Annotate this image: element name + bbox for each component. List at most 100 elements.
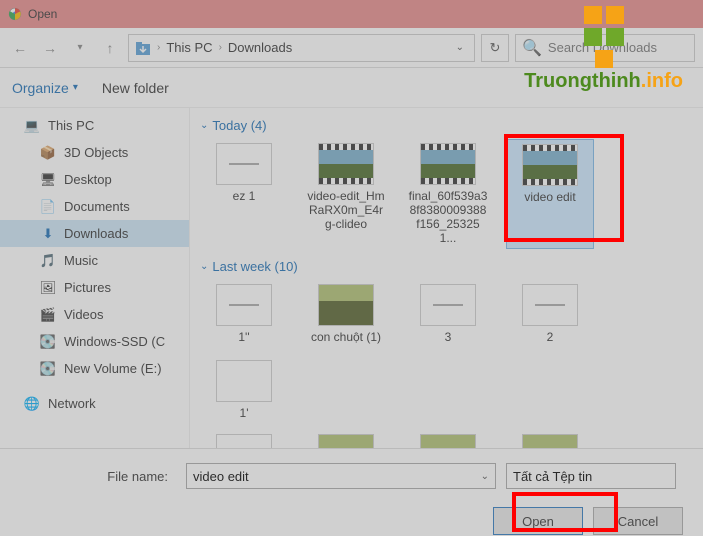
download-folder-icon (135, 40, 151, 56)
image-thumb (318, 284, 374, 326)
sidebar-item-pictures[interactable]: 🖼 Pictures (0, 274, 189, 301)
download-icon: ⬇ (40, 226, 56, 242)
group-label: Today (4) (212, 118, 266, 133)
file-item[interactable] (200, 430, 288, 448)
filename-label: File name: (16, 469, 176, 484)
file-thumb (216, 434, 272, 448)
sidebar-label: Pictures (64, 280, 111, 295)
file-item[interactable]: 3 (404, 280, 492, 348)
sidebar-item-disk-e[interactable]: 💽 New Volume (E:) (0, 355, 189, 382)
sidebar-label: Windows-SSD (C (64, 334, 165, 349)
filename-value: video edit (193, 469, 249, 484)
chevron-right-icon: › (219, 42, 222, 53)
film-icon (318, 143, 374, 185)
chevron-down-icon: ▾ (73, 82, 78, 93)
recent-button[interactable]: ▾ (68, 36, 92, 60)
refresh-button[interactable]: ↻ (481, 34, 509, 62)
music-icon: 🎵 (40, 253, 56, 269)
file-item[interactable] (404, 430, 492, 448)
sidebar-label: 3D Objects (64, 145, 128, 160)
sidebar-label: New Volume (E:) (64, 361, 162, 376)
sidebar-item-3dobjects[interactable]: 📦 3D Objects (0, 139, 189, 166)
file-pane: ⌄ Today (4) ez 1 video-edit_HmRaRX0m_E4rg… (190, 108, 703, 448)
file-item[interactable]: 1'' (200, 280, 288, 348)
document-icon: 📄 (40, 199, 56, 215)
group-today[interactable]: ⌄ Today (4) (200, 118, 693, 133)
file-name: 2 (547, 330, 554, 344)
filename-input[interactable]: video edit ⌄ (186, 463, 496, 489)
file-item[interactable] (302, 430, 390, 448)
chevron-right-icon: › (157, 42, 160, 53)
file-name: ez 1 (233, 189, 256, 203)
nav-row: ← → ▾ ↑ › This PC › Downloads ⌄ ↻ 🔍 (0, 28, 703, 68)
sidebar-item-music[interactable]: 🎵 Music (0, 247, 189, 274)
sidebar-network[interactable]: 🌐Network (0, 390, 189, 417)
pictures-icon: 🖼 (40, 280, 56, 296)
group-label: Last week (10) (212, 259, 297, 274)
cancel-button[interactable]: Cancel (593, 507, 683, 535)
file-thumb (216, 143, 272, 185)
address-bar[interactable]: › This PC › Downloads ⌄ (128, 34, 475, 62)
sidebar-item-desktop[interactable]: 🖥 Desktop (0, 166, 189, 193)
file-item-selected[interactable]: video edit (506, 139, 594, 249)
chrome-icon (8, 7, 22, 21)
organize-button[interactable]: Organize ▾ (12, 80, 78, 96)
breadcrumb-downloads[interactable]: Downloads (228, 40, 292, 55)
sidebar-thispc[interactable]: 💻 This PC (0, 112, 189, 139)
file-item[interactable]: 1' (200, 356, 288, 424)
image-thumb (522, 434, 578, 448)
film-icon (420, 143, 476, 185)
back-button[interactable]: ← (8, 36, 32, 60)
search-box[interactable]: 🔍 (515, 34, 695, 62)
address-dropdown[interactable]: ⌄ (452, 42, 468, 53)
file-name: 3 (445, 330, 452, 344)
file-name: 1' (240, 406, 249, 420)
sidebar-item-documents[interactable]: 📄Documents (0, 193, 189, 220)
file-thumb (216, 284, 272, 326)
sidebar-label: This PC (48, 118, 94, 133)
file-item[interactable] (506, 430, 594, 448)
sidebar-item-downloads[interactable]: ⬇ Downloads (0, 220, 189, 247)
breadcrumb-thispc[interactable]: This PC (166, 40, 212, 55)
file-name: final_60f539a38f8380009388f156_253251... (408, 189, 488, 245)
search-input[interactable] (548, 40, 688, 55)
sidebar-label: Downloads (64, 226, 128, 241)
sidebar-label: Desktop (64, 172, 112, 187)
chevron-down-icon[interactable]: ⌄ (481, 471, 489, 482)
sidebar-item-disk-c[interactable]: 💽 Windows-SSD (C (0, 328, 189, 355)
new-folder-button[interactable]: New folder (102, 80, 169, 96)
drive-icon: 💽 (40, 361, 56, 377)
window-title: Open (28, 7, 57, 21)
file-item[interactable]: video-edit_HmRaRX0m_E4rg-clideo (302, 139, 390, 249)
film-icon (522, 144, 578, 186)
titlebar: Open (0, 0, 703, 28)
group-lastweek[interactable]: ⌄ Last week (10) (200, 259, 693, 274)
sidebar: 💻 This PC 📦 3D Objects 🖥 Desktop 📄Document… (0, 108, 190, 448)
chevron-down-icon: ⌄ (200, 120, 208, 131)
toolbar: Organize ▾ New folder (0, 68, 703, 108)
file-name: con chuột (1) (311, 330, 381, 344)
file-name: video-edit_HmRaRX0m_E4rg-clideo (306, 189, 386, 231)
cube-icon: 📦 (40, 145, 56, 161)
image-thumb (420, 434, 476, 448)
file-thumb (420, 284, 476, 326)
file-name: video edit (524, 190, 575, 204)
filetype-select[interactable]: Tất cả Tệp tin (506, 463, 676, 489)
file-thumb (522, 284, 578, 326)
up-button[interactable]: ↑ (98, 36, 122, 60)
drive-icon: 💽 (40, 334, 56, 350)
file-item[interactable]: 2 (506, 280, 594, 348)
calendar-thumb (216, 360, 272, 402)
file-item[interactable]: con chuột (1) (302, 280, 390, 348)
video-icon: 🎬 (40, 307, 56, 323)
forward-button[interactable]: → (38, 36, 62, 60)
image-thumb (318, 434, 374, 448)
chevron-down-icon: ⌄ (200, 261, 208, 272)
sidebar-item-videos[interactable]: 🎬Videos (0, 301, 189, 328)
file-item[interactable]: final_60f539a38f8380009388f156_253251... (404, 139, 492, 249)
sidebar-label: Music (64, 253, 98, 268)
desktop-icon: 🖥 (40, 172, 56, 188)
sidebar-label: Network (48, 396, 96, 411)
file-item[interactable]: ez 1 (200, 139, 288, 249)
open-button[interactable]: Open (493, 507, 583, 535)
